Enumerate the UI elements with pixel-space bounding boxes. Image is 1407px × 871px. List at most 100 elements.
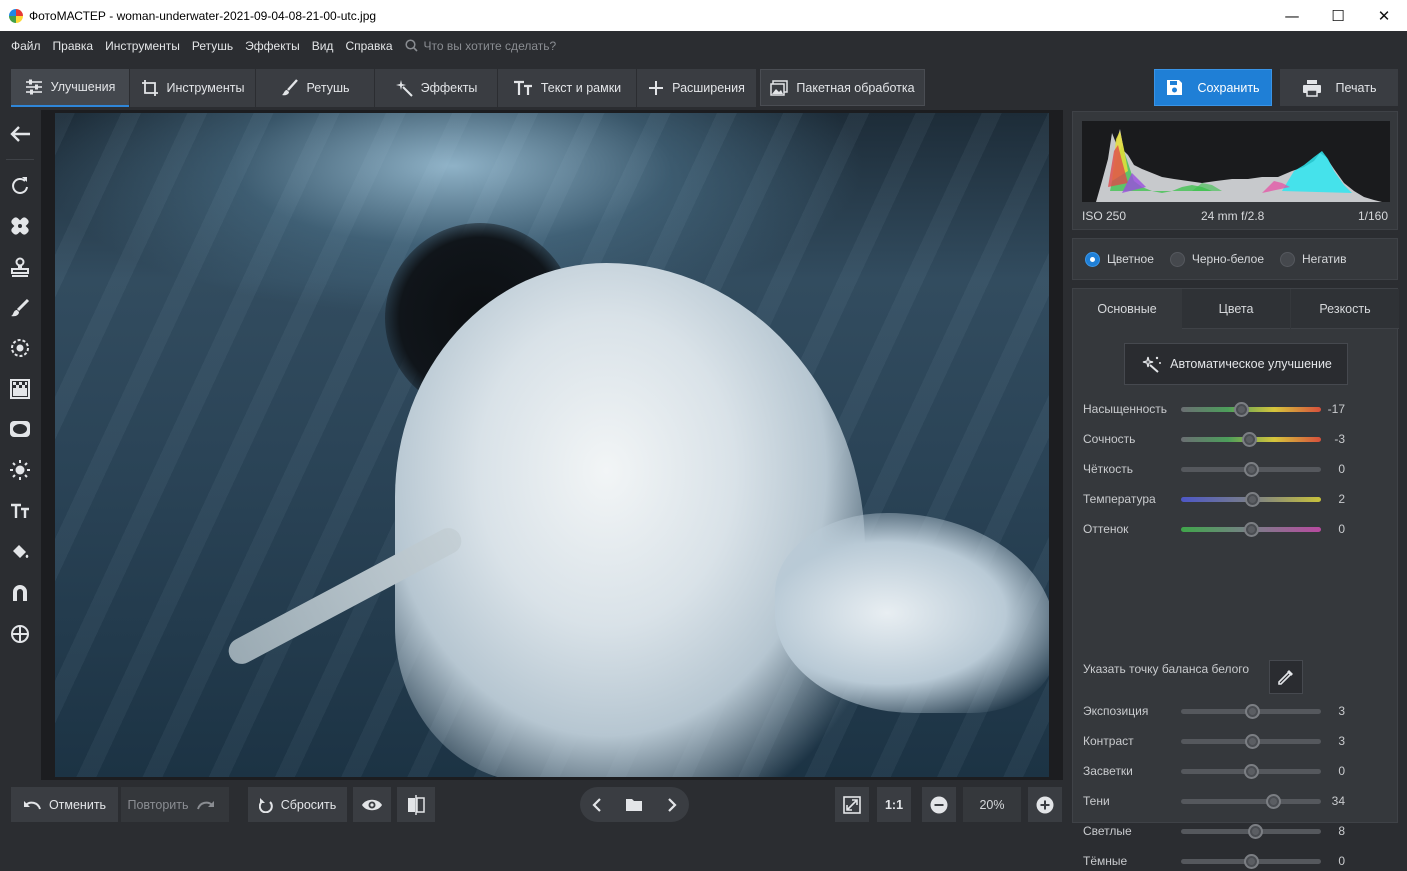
window-title: ФотоМАСТЕР - woman-underwater-2021-09-04… <box>29 8 377 23</box>
slider-thumb[interactable] <box>1243 764 1259 779</box>
tab-effects[interactable]: Эффекты <box>375 69 497 107</box>
bandage-icon[interactable] <box>4 210 36 242</box>
slider-thumb[interactable] <box>1243 522 1259 537</box>
gradient-filter-icon[interactable] <box>4 373 36 405</box>
expand-icon <box>843 795 861 814</box>
slider-label: Насыщенность <box>1083 402 1168 416</box>
preview-button[interactable] <box>353 787 391 822</box>
prev-image-icon[interactable] <box>592 797 602 812</box>
save-button[interactable]: Сохранить <box>1154 69 1272 106</box>
rotate-icon[interactable] <box>4 170 36 202</box>
bottom-bar: Отменить Повторить Сбросить 1:1 20% <box>0 780 1070 827</box>
photo-preview[interactable] <box>55 113 1049 777</box>
tab-extensions[interactable]: Расширения <box>637 69 756 107</box>
slider-row: Засветки 0 <box>1073 761 1399 781</box>
back-arrow-icon[interactable] <box>4 118 36 150</box>
mode-negative-radio[interactable]: Негатив <box>1280 251 1346 267</box>
slider-track[interactable] <box>1181 407 1321 412</box>
tab-improvements[interactable]: Улучшения <box>11 69 129 107</box>
slider-track[interactable] <box>1181 799 1321 804</box>
folder-icon[interactable] <box>625 797 643 812</box>
subtab-colors[interactable]: Цвета <box>1182 289 1290 329</box>
light-icon[interactable] <box>4 454 36 486</box>
adjustment-controls: Основные Цвета Резкость Автоматическое у… <box>1072 288 1399 869</box>
auto-enhance-button[interactable]: Автоматическое улучшение <box>1124 343 1348 385</box>
plus-circle-icon <box>1036 796 1054 813</box>
slider-thumb[interactable] <box>1244 734 1260 749</box>
menu-search[interactable]: Что вы хотите сделать? <box>404 39 556 53</box>
menu-tools[interactable]: Инструменты <box>99 39 186 53</box>
slider-row: Температура 2 <box>1073 489 1399 509</box>
slider-thumb[interactable] <box>1244 704 1260 719</box>
slider-label: Экспозиция <box>1083 704 1149 718</box>
minimize-button[interactable]: — <box>1269 0 1315 31</box>
vignette-icon[interactable] <box>4 413 36 445</box>
redo-button[interactable]: Повторить <box>121 787 229 822</box>
slider-thumb[interactable] <box>1243 462 1259 477</box>
maximize-button[interactable]: ☐ <box>1315 0 1361 31</box>
menu-view[interactable]: Вид <box>306 39 340 53</box>
title-bar: ФотоМАСТЕР - woman-underwater-2021-09-04… <box>0 0 1407 31</box>
subtab-sharpness[interactable]: Резкость <box>1291 289 1399 329</box>
actual-size-button[interactable]: 1:1 <box>877 787 911 822</box>
mode-color-radio[interactable]: Цветное <box>1085 251 1154 267</box>
batch-processing-button[interactable]: Пакетная обработка <box>760 69 925 106</box>
target-icon[interactable] <box>4 618 36 650</box>
menu-help[interactable]: Справка <box>339 39 398 53</box>
image-canvas[interactable] <box>41 110 1063 780</box>
menu-retouch[interactable]: Ретушь <box>186 39 239 53</box>
tab-tools[interactable]: Инструменты <box>130 69 255 107</box>
slider-value: 0 <box>1338 522 1345 536</box>
tab-text-frames[interactable]: Текст и рамки <box>498 69 636 107</box>
fit-screen-button[interactable] <box>835 787 869 822</box>
tab-retouch-label: Ретушь <box>306 81 350 95</box>
menu-file[interactable]: Файл <box>5 39 47 53</box>
compare-button[interactable] <box>397 787 435 822</box>
tab-retouch[interactable]: Ретушь <box>256 69 374 107</box>
menu-edit[interactable]: Правка <box>47 39 100 53</box>
slider-thumb[interactable] <box>1242 432 1258 447</box>
slider-value: 3 <box>1338 704 1345 718</box>
zoom-in-button[interactable] <box>1028 787 1062 822</box>
undo-button[interactable]: Отменить <box>11 787 118 822</box>
magnet-icon[interactable] <box>4 577 36 609</box>
slider-label: Чёткость <box>1083 462 1133 476</box>
radial-icon[interactable] <box>4 332 36 364</box>
slider-thumb[interactable] <box>1233 402 1249 417</box>
subtab-basic[interactable]: Основные <box>1073 289 1181 329</box>
brush-tool-icon[interactable] <box>4 292 36 324</box>
white-balance-picker[interactable] <box>1269 660 1303 694</box>
slider-thumb[interactable] <box>1247 824 1263 839</box>
close-button[interactable]: ✕ <box>1361 0 1407 31</box>
slider-thumb[interactable] <box>1244 492 1260 507</box>
fill-icon[interactable] <box>4 536 36 568</box>
slider-thumb[interactable] <box>1265 794 1281 809</box>
color-mode-group: Цветное Черно-белое Негатив <box>1072 238 1398 280</box>
redo-label: Повторить <box>127 797 189 812</box>
slider-label: Тени <box>1083 794 1110 808</box>
reset-label: Сбросить <box>280 797 337 812</box>
main-toolbar: Улучшения Инструменты Ретушь Эффекты Тек… <box>0 60 1407 110</box>
sparkle-icon <box>395 80 413 97</box>
zoom-level[interactable]: 20% <box>963 787 1021 822</box>
print-button[interactable]: Печать <box>1280 69 1398 106</box>
exif-iso: ISO 250 <box>1082 209 1127 223</box>
batch-processing-label: Пакетная обработка <box>796 80 915 95</box>
mode-bw-radio[interactable]: Черно-белое <box>1169 251 1264 267</box>
toolbar-divider <box>6 159 34 160</box>
tab-extensions-label: Расширения <box>672 81 745 95</box>
zoom-out-button[interactable] <box>922 787 956 822</box>
menu-effects[interactable]: Эффекты <box>239 39 306 53</box>
slider-row: Тени 34 <box>1073 791 1399 811</box>
slider-label: Светлые <box>1083 824 1132 838</box>
printer-icon <box>1302 79 1321 97</box>
reset-button[interactable]: Сбросить <box>248 787 347 822</box>
slider-value: 34 <box>1331 794 1345 808</box>
stamp-icon[interactable] <box>4 251 36 283</box>
white-balance-label: Указать точку баланса белого <box>1083 662 1250 676</box>
adjustments-panel: ISO 250 24 mm f/2.8 1/160 Цветное Черно-… <box>1070 110 1407 869</box>
text-tool-icon[interactable] <box>4 495 36 527</box>
file-navigation <box>580 787 689 822</box>
next-image-icon[interactable] <box>667 797 677 812</box>
slider-thumb[interactable] <box>1243 854 1259 869</box>
